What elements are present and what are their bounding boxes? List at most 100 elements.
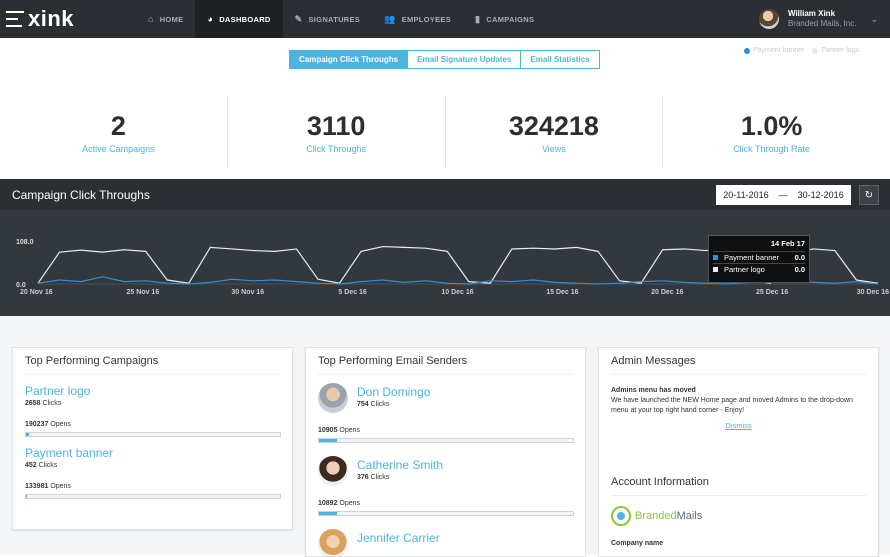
stat-click-through-rate: 1.0% Click Through Rate (663, 96, 880, 168)
user-avatar (758, 9, 779, 29)
nav-item-home[interactable]: ⌂ HOME (136, 0, 195, 38)
nav-item-label: EMPLOYEES (401, 14, 452, 24)
campaign-name[interactable]: Payment banner (25, 446, 280, 460)
legend-label: Partner logo (821, 47, 860, 54)
campaign-opens: 190237 Opens (25, 421, 71, 428)
signature-icon: ✎ (294, 13, 303, 24)
x-tick-label: 10 Dec 16 (441, 289, 473, 296)
series-swatch (713, 255, 718, 260)
stat-label[interactable]: Active Campaigns (82, 144, 155, 154)
tooltip-row: Payment banner 0.0 (713, 251, 805, 263)
stat-click-throughs: 3110 Click Throughs (228, 96, 446, 168)
user-menu[interactable]: William Xink Branded Mails, Inc. ⌄ (758, 0, 890, 38)
card-title: Top Performing Campaigns (25, 355, 159, 367)
tooltip-date: 14 Feb 17 (770, 239, 805, 248)
user-name: William Xink (787, 9, 836, 18)
message-body: We have launched the NEW Home page and m… (611, 397, 853, 414)
series-swatch (713, 267, 718, 272)
nav-item-signatures[interactable]: ✎ SIGNATURES (283, 0, 372, 38)
tooltip-label: Partner logo (724, 265, 765, 274)
x-tick-label: 15 Dec 16 (546, 289, 578, 296)
x-tick-label: 30 Nov 16 (231, 289, 264, 296)
progress-fill (319, 439, 337, 442)
opens-progress-bar (318, 511, 574, 516)
divider (25, 374, 280, 375)
x-tick-label: 30 Dec 16 (857, 289, 889, 296)
nav-item-label: HOME (159, 14, 184, 24)
campaign-opens: 133981 Opens (25, 483, 71, 490)
x-tick-label: 25 Dec 16 (756, 289, 788, 296)
nav-item-label: SIGNATURES (308, 14, 361, 24)
tooltip-value: 0.0 (794, 265, 805, 274)
home-icon: ⌂ (148, 14, 154, 24)
menu-icon[interactable] (6, 11, 24, 27)
sender-name[interactable]: Jennifer Carrier (357, 531, 573, 545)
admin-messages-card: Admin Messages Admins menu has moved We … (598, 347, 879, 557)
sender-opens: 10892 Opens (318, 500, 361, 507)
list-item: Jennifer Carrier (306, 529, 585, 556)
xink-logo[interactable]: xink (0, 0, 136, 38)
tooltip-label: Payment banner (724, 253, 780, 262)
chart-tooltip: 14 Feb 17 Payment banner 0.0 Partner log… (708, 235, 810, 283)
top-nav: xink ⌂ HOME ◕ DASHBOARD ✎ SIGNATURES 👥 EMPLOYEE… (0, 0, 890, 38)
tab-email-signature-updates[interactable]: Email Signature Updates (408, 50, 522, 69)
stat-label[interactable]: Views (542, 144, 566, 154)
chart-legend: Payment banner Partner logo (744, 47, 868, 54)
divider (611, 495, 866, 496)
nav-item-label: DASHBOARD (219, 14, 271, 24)
campaign-name[interactable]: Partner logo (25, 384, 280, 398)
opens-progress-bar (318, 438, 574, 443)
logo-text: xink (28, 6, 75, 31)
refresh-icon[interactable]: ↻ (859, 185, 879, 205)
stat-value: 1.0% (740, 111, 803, 141)
date-separator: — (778, 190, 788, 200)
top-senders-card: Top Performing Email Senders Don Domingo… (305, 347, 586, 557)
tooltip-value: 0.0 (794, 253, 805, 262)
list-item: Don Domingo 754 Clicks (306, 383, 585, 413)
legend-dot (744, 47, 750, 54)
stat-label[interactable]: Click Through Rate (733, 144, 810, 154)
opens-progress-bar (25, 432, 281, 437)
user-company: Branded Mails, Inc. (787, 19, 857, 28)
stat-active-campaigns: 2 Active Campaigns (10, 96, 228, 168)
x-tick-label: 20 Nov 16 (20, 289, 53, 296)
list-item: Partner logo 2658 Clicks 190237 Opens (13, 384, 292, 437)
tab-campaign-click-throughs[interactable]: Campaign Click Throughs (289, 50, 409, 69)
company-name-label: Company name (611, 540, 664, 547)
message-title: Admins menu has moved (611, 387, 696, 394)
tab-email-statistics[interactable]: Email Statistics (521, 50, 600, 69)
avatar (318, 529, 348, 556)
nav-item-dashboard[interactable]: ◕ DASHBOARD (195, 0, 283, 38)
account-title: Account Information (611, 476, 709, 488)
employees-icon: 👥 (384, 13, 396, 24)
campaign-clicks: 2658 Clicks (25, 400, 62, 407)
x-tick-label: 20 Dec 16 (651, 289, 683, 296)
nav-item-employees[interactable]: 👥 EMPLOYEES (372, 0, 463, 38)
brand-logo-text: BrandedMails (635, 510, 703, 522)
x-tick-label: 5 Dec 16 (338, 289, 367, 296)
progress-fill (26, 495, 28, 498)
dashboard-tabs: Campaign Click Throughs Email Signature … (289, 50, 600, 69)
progress-fill (319, 512, 337, 515)
sender-name[interactable]: Don Domingo (357, 385, 573, 399)
chevron-down-icon[interactable]: ⌄ (870, 14, 878, 25)
stat-value: 3110 (306, 111, 366, 141)
date-range-picker[interactable]: 20-11-2016 — 30-12-2016 (716, 185, 851, 205)
nav-item-label: CAMPAIGNS (486, 14, 535, 24)
date-from[interactable]: 20-11-2016 (723, 190, 768, 200)
card-title: Top Performing Email Senders (318, 355, 468, 367)
progress-fill (26, 433, 29, 436)
admin-message: Admins menu has moved We have launched t… (599, 386, 878, 416)
y-tick-label: 0.0 (16, 282, 26, 289)
stats-row: 2 Active Campaigns 3110 Click Throughs 3… (10, 96, 880, 168)
nav-item-campaigns[interactable]: ▮ CAMPAIGNS (463, 0, 546, 38)
stat-label[interactable]: Click Throughs (306, 144, 366, 154)
dismiss-link[interactable]: Dismiss (599, 421, 878, 430)
opens-progress-bar (25, 494, 281, 499)
sender-name[interactable]: Catherine Smith (357, 458, 573, 472)
date-to[interactable]: 30-12-2016 (798, 190, 844, 200)
legend-item-partner-logo[interactable]: Partner logo (812, 47, 860, 54)
list-item: Catherine Smith 376 Clicks (306, 456, 585, 486)
card-title: Admin Messages (611, 355, 696, 367)
legend-item-payment-banner[interactable]: Payment banner (744, 47, 804, 54)
